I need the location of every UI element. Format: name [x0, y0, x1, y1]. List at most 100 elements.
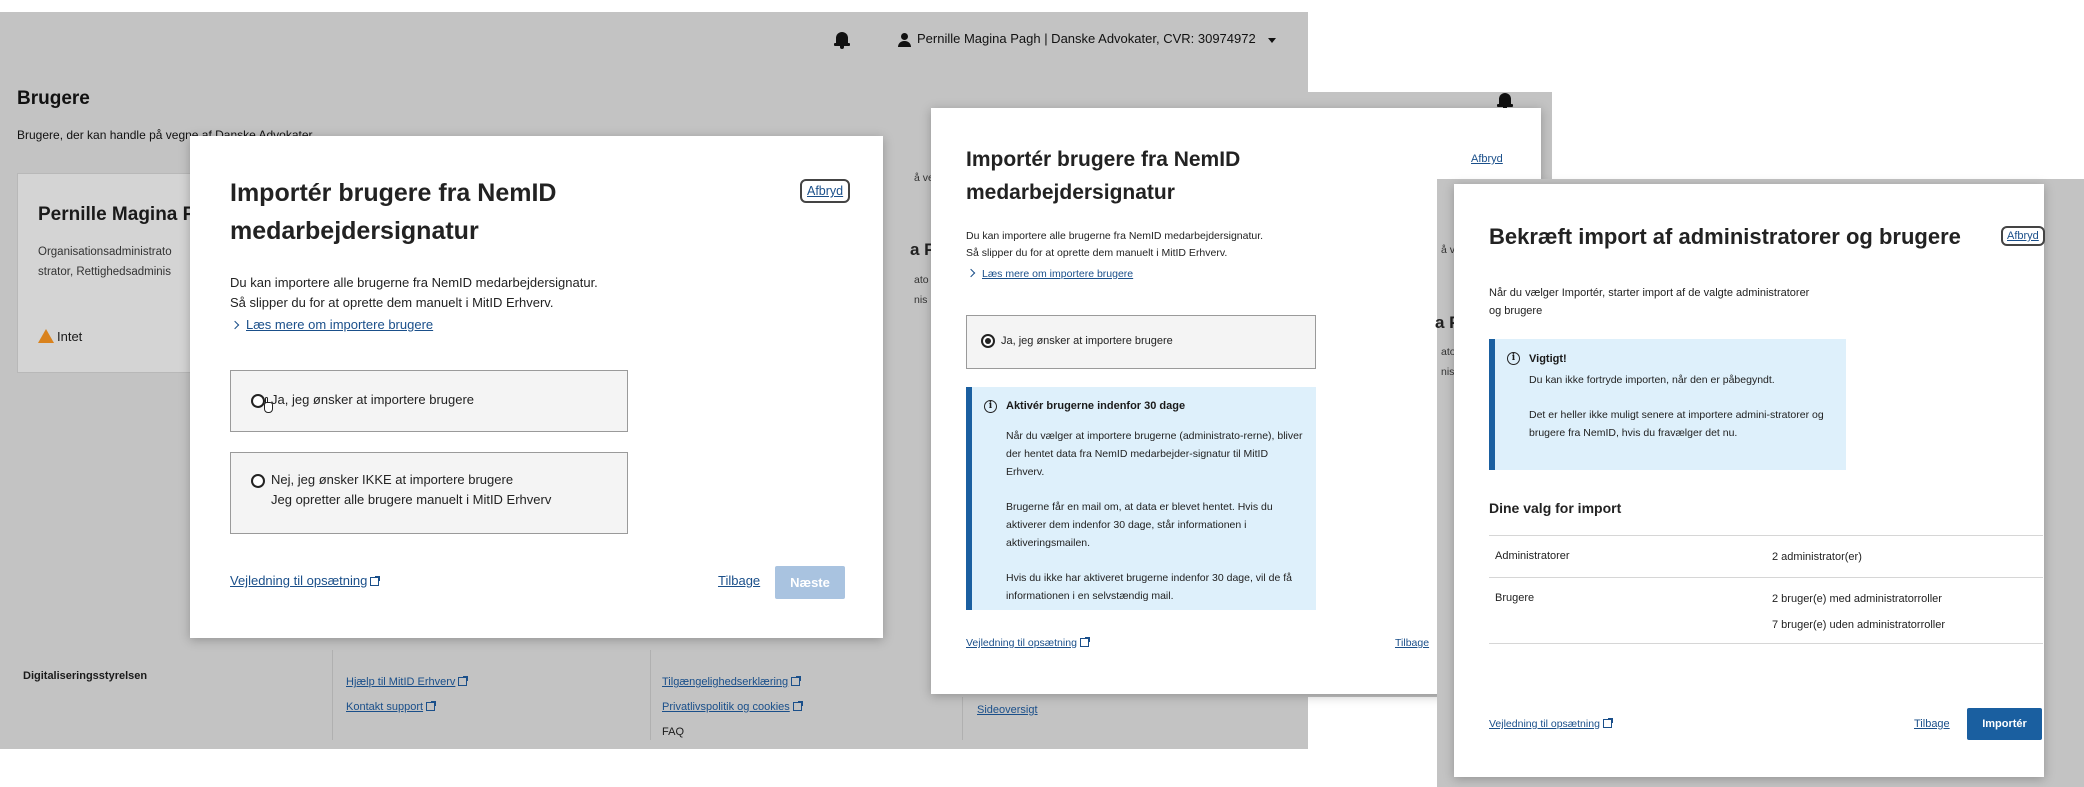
description-line: Så slipper du for at oprette dem manuelt…: [966, 247, 1228, 259]
notification-bell-icon[interactable]: [834, 31, 850, 49]
info-box-important: i Vigtigt! Du kan ikke fortryde importen…: [1489, 339, 1846, 470]
footer-org: Digitaliseringsstyrelsen: [23, 670, 148, 682]
info-paragraph: Du kan ikke fortryde importen, når den e…: [1529, 374, 1775, 386]
chevron-right-icon: [966, 268, 976, 278]
account-menu[interactable]: Pernille Magina Pagh | Danske Advokater,…: [917, 31, 1256, 46]
footer-link-accessibility[interactable]: Tilgængelighedserklæring: [662, 676, 788, 688]
external-link-icon: [1602, 718, 1613, 728]
row-key: Brugere: [1495, 592, 1535, 604]
cancel-button[interactable]: Afbryd: [800, 179, 851, 203]
dialog-title: Importér brugere fra NemID medarbejdersi…: [230, 179, 557, 245]
warning-icon: [38, 329, 54, 343]
footer-link-faq[interactable]: FAQ: [662, 720, 802, 745]
back-button[interactable]: Tilbage: [718, 573, 760, 588]
read-more-link[interactable]: Læs mere om importere brugere: [982, 268, 1133, 280]
footer-column-help: Hjælp til MitID Erhverv Kontakt support: [346, 670, 469, 720]
back-button[interactable]: Tilbage: [1395, 637, 1429, 649]
peek-roles-line: nis: [914, 294, 928, 306]
option-import-no[interactable]: Nej, jeg ønsker IKKE at importere bruger…: [230, 452, 628, 534]
dialog-description: Du kan importere alle brugerne fra NemID…: [230, 273, 598, 313]
setup-guide-link[interactable]: Vejledning til opsætning: [230, 573, 381, 588]
table-row: Administratorer 2 administrator(er): [1489, 535, 2043, 577]
setup-guide-label[interactable]: Vejledning til opsætning: [1489, 718, 1600, 730]
setup-guide-link[interactable]: Vejledning til opsætning: [1489, 718, 1613, 730]
radio-no[interactable]: [251, 474, 265, 488]
user-roles-line: strator, Rettighedsadminis: [38, 266, 171, 278]
next-button[interactable]: Næste: [775, 566, 845, 599]
info-paragraph: Når du vælger at importere brugerne (adm…: [1006, 430, 1303, 478]
external-link-icon: [426, 701, 437, 711]
description-line: Så slipper du for at oprette dem manuelt…: [230, 295, 554, 310]
info-paragraph: Hvis du ikke har aktiveret brugerne inde…: [1006, 572, 1292, 602]
dialog-title: Importér brugere fra NemID medarbejdersi…: [966, 148, 1241, 204]
option-import-yes[interactable]: Ja, jeg ønsker at importere brugere: [966, 315, 1316, 369]
import-users-dialog: Importér brugere fra NemID medarbejdersi…: [190, 136, 883, 638]
row-value-line: 7 bruger(e) uden administratorroller: [1772, 619, 1946, 631]
dialog-title: Bekræft import af administratorer og bru…: [1489, 224, 1961, 249]
row-key: Administratorer: [1495, 550, 1570, 562]
option-no-line: Jeg opretter alle brugere manuelt i MitI…: [271, 492, 552, 507]
info-body: Du kan ikke fortryde importen, når den e…: [1529, 371, 1839, 442]
row-value: 2 administrator(er): [1772, 544, 1862, 570]
info-heading: Aktivér brugerne indenfor 30 dage: [1006, 400, 1186, 412]
user-name: Pernille Magina P: [38, 204, 196, 225]
description-line: Du kan importere alle brugerne fra NemID…: [230, 275, 598, 290]
description-line: Du kan importere alle brugerne fra NemID…: [966, 230, 1264, 242]
info-heading: Vigtigt!: [1529, 353, 1567, 365]
import-summary-table: Administratorer 2 administrator(er) Brug…: [1489, 535, 2043, 644]
footer-divider: [332, 650, 333, 740]
read-more-toggle[interactable]: Læs mere om importere brugere: [966, 268, 1133, 280]
warning-label: Intet: [57, 329, 83, 344]
footer-link-privacy[interactable]: Privatlivspolitik og cookies: [662, 701, 790, 713]
footer-column-legal: Tilgængelighedserklæring Privatlivspolit…: [662, 670, 803, 745]
setup-guide-label[interactable]: Vejledning til opsætning: [230, 573, 367, 588]
user-roles-line: Organisationsadministrato: [38, 246, 172, 258]
warning-status: Intet: [38, 329, 82, 344]
back-button[interactable]: Tilbage: [1914, 718, 1950, 730]
footer-link-help[interactable]: Hjælp til MitID Erhverv: [346, 676, 455, 688]
description-line: og brugere: [1489, 305, 1543, 317]
peek-roles: ato nis: [914, 270, 929, 310]
table-bottom-rule: [1489, 643, 2043, 644]
top-bar: Pernille Magina Pagh | Danske Advokater,…: [0, 12, 1308, 67]
user-icon: [898, 33, 911, 47]
footer-divider: [650, 650, 651, 740]
peek-roles-line: ato: [914, 274, 929, 286]
row-value-line: 2 bruger(e) med administratorroller: [1772, 593, 1942, 605]
info-icon: i: [984, 400, 997, 413]
page-title: Brugere: [17, 88, 90, 109]
table-row: Brugere 2 bruger(e) med administratorrol…: [1489, 577, 2043, 643]
import-button[interactable]: Importér: [1967, 708, 2042, 740]
info-body: Når du vælger at importere brugerne (adm…: [1006, 427, 1306, 605]
option-import-yes[interactable]: Ja, jeg ønsker at importere brugere: [230, 370, 628, 432]
confirm-import-dialog: Bekræft import af administratorer og bru…: [1454, 184, 2045, 777]
section-title: Dine valg for import: [1489, 500, 1622, 516]
row-value: 2 bruger(e) med administratorroller 7 br…: [1772, 586, 1945, 638]
info-paragraph: Det er heller ikke muligt senere at impo…: [1529, 409, 1824, 439]
external-link-icon: [458, 676, 469, 686]
info-icon: i: [1507, 352, 1520, 365]
dialog-description: Du kan importere alle brugerne fra NemID…: [966, 228, 1263, 262]
read-more-toggle[interactable]: Læs mere om importere brugere: [230, 317, 433, 332]
footer-link-sitemap[interactable]: Sideoversigt: [977, 704, 1038, 716]
setup-guide-link[interactable]: Vejledning til opsætning: [966, 637, 1090, 649]
user-roles: Organisationsadministrato strator, Retti…: [38, 242, 172, 282]
info-box-activate: i Aktivér brugerne indenfor 30 dage Når …: [966, 387, 1316, 610]
footer-link-support[interactable]: Kontakt support: [346, 701, 423, 713]
description-line: Når du vælger Importér, starter import a…: [1489, 287, 1810, 299]
external-link-icon: [791, 676, 802, 686]
dialog-description: Når du vælger Importér, starter import a…: [1489, 284, 1809, 320]
row-value-line: 2 administrator(er): [1772, 551, 1862, 563]
cancel-button[interactable]: Afbryd: [1471, 153, 1503, 165]
cancel-button[interactable]: Afbryd: [2001, 226, 2045, 246]
external-link-icon: [370, 576, 381, 586]
radio-yes-selected[interactable]: [981, 334, 995, 348]
info-paragraph: Brugerne får en mail om, at data er blev…: [1006, 501, 1273, 549]
chevron-right-icon: [230, 320, 240, 330]
option-yes-label: Ja, jeg ønsker at importere brugere: [271, 392, 475, 407]
user-card[interactable]: Pernille Magina P Organisationsadministr…: [17, 173, 202, 373]
setup-guide-label[interactable]: Vejledning til opsætning: [966, 637, 1077, 649]
chevron-down-icon[interactable]: [1268, 38, 1276, 43]
option-yes-label: Ja, jeg ønsker at importere brugere: [1001, 335, 1173, 347]
read-more-link[interactable]: Læs mere om importere brugere: [246, 317, 433, 332]
